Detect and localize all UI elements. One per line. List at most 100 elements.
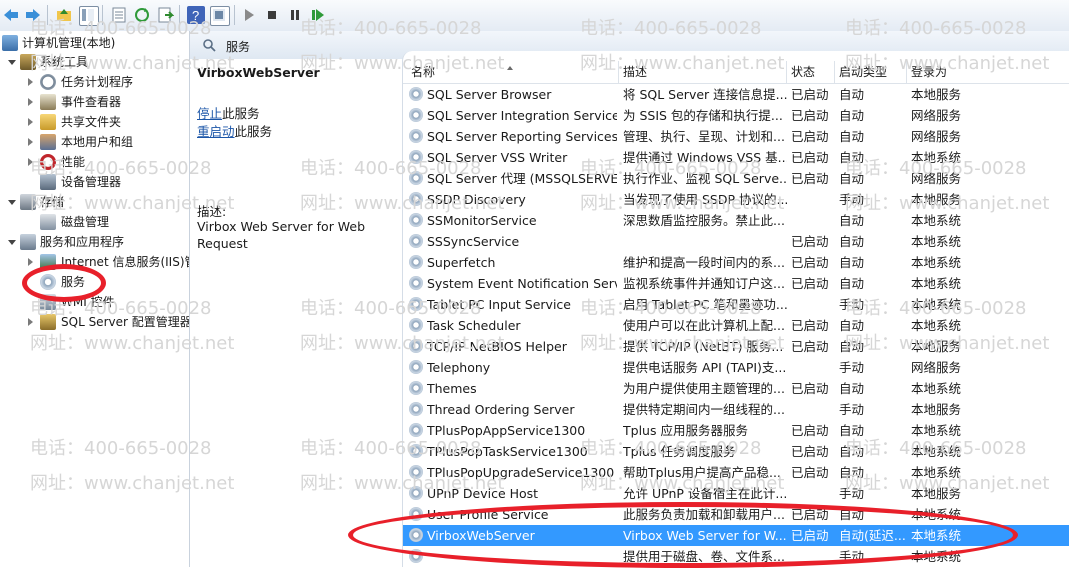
- service-name: Themes: [427, 381, 477, 396]
- service-logon: 本地系统: [911, 507, 962, 522]
- stop-icon[interactable]: [263, 6, 281, 24]
- collapse-arrow-icon[interactable]: [28, 258, 33, 266]
- action-pane-icon[interactable]: [210, 6, 230, 26]
- service-row[interactable]: TPlusPopAppService1300 Tplus 应用服务器服务 已启动 自动…: [403, 420, 1069, 441]
- tree-item-label: 设备管理器: [61, 175, 122, 189]
- help-icon[interactable]: ?: [187, 6, 205, 24]
- service-row[interactable]: SSSyncService 已启动 自动 本地系统: [403, 231, 1069, 252]
- service-status: 已启动: [791, 507, 829, 522]
- column-header-name[interactable]: 名称: [403, 61, 619, 83]
- play-icon[interactable]: [240, 6, 258, 24]
- service-description: Tplus 应用服务器服务: [623, 423, 748, 438]
- service-name: SQL Server Reporting Services ...: [427, 129, 617, 144]
- gear-icon: [409, 171, 423, 185]
- tree-item-label: 共享文件夹: [61, 115, 122, 129]
- service-name: SQL Server Browser: [427, 87, 552, 102]
- service-row[interactable]: VirboxWebServer Virbox Web Server for W..…: [403, 525, 1069, 546]
- gear-icon: [40, 274, 56, 290]
- service-row[interactable]: SQL Server Browser 将 SQL Server 连接信息提... 已…: [403, 84, 1069, 105]
- service-row[interactable]: 提供用于磁盘、卷、文件系... 手动 本地系统: [403, 546, 1069, 567]
- collapse-arrow-icon[interactable]: [28, 138, 33, 146]
- service-row[interactable]: Thread Ordering Server 提供特定期间内一组线程的... 手动 本…: [403, 399, 1069, 420]
- column-header-logon[interactable]: 登录为: [907, 61, 1069, 83]
- service-startup-type: 手动: [839, 549, 865, 564]
- restart-icon[interactable]: [309, 6, 327, 24]
- service-description: 提供特定期间内一组线程的...: [623, 402, 785, 417]
- service-status: [791, 546, 835, 567]
- export-list-icon[interactable]: [156, 6, 175, 24]
- collapse-arrow-icon[interactable]: [28, 78, 33, 86]
- properties-icon[interactable]: [110, 6, 128, 24]
- up-folder-icon[interactable]: [55, 6, 73, 24]
- collapse-arrow-icon[interactable]: [28, 118, 33, 126]
- service-startup-type: 自动: [839, 255, 865, 270]
- service-row[interactable]: SSMonitorService 深思数盾监控服务。禁止此... 自动 本地系统: [403, 210, 1069, 231]
- service-row[interactable]: SQL Server Reporting Services ... 管理、执行、呈…: [403, 126, 1069, 147]
- gear-icon: [409, 402, 423, 416]
- gear-icon: [409, 549, 423, 563]
- service-row[interactable]: Task Scheduler 使用户可以在此计算机上配... 已启动 自动 本地系统: [403, 315, 1069, 336]
- performance-icon: [40, 154, 56, 170]
- storage-icon: [20, 194, 36, 210]
- gear-icon: [409, 276, 423, 290]
- service-name: SQL Server VSS Writer: [427, 150, 568, 165]
- service-row[interactable]: Themes 为用户提供使用主题管理的... 已启动 自动 本地系统: [403, 378, 1069, 399]
- service-name: UPnP Device Host: [427, 486, 539, 501]
- service-row[interactable]: TPlusPopUpgradeService1300 帮助Tplus用户提高产品稳…: [403, 462, 1069, 483]
- service-row[interactable]: SQL Server 代理 (MSSQLSERVER) 执行作业、监视 SQL S…: [403, 168, 1069, 189]
- collapse-arrow-icon[interactable]: [28, 318, 33, 326]
- service-name: SSSyncService: [427, 234, 520, 249]
- services-list: 名称 描述 状态 启动类型 登录为 SQL Server Browser 将 SQ…: [402, 51, 1069, 567]
- service-logon: 本地服务: [911, 486, 962, 501]
- collapse-arrow-icon[interactable]: [28, 98, 33, 106]
- service-name: System Event Notification Service: [427, 276, 617, 291]
- tree-item-label: 磁盘管理: [61, 215, 110, 229]
- collapse-arrow-icon[interactable]: [28, 158, 33, 166]
- service-row[interactable]: UPnP Device Host 允许 UPnP 设备宿主在此计... 手动 本地服务: [403, 483, 1069, 504]
- service-description: 提供用于磁盘、卷、文件系...: [623, 549, 785, 564]
- service-status: 已启动: [791, 234, 829, 249]
- service-row[interactable]: Telephony 提供电话服务 API (TAPI)支... 手动 网络服务: [403, 357, 1069, 378]
- column-header-startup-type[interactable]: 启动类型: [835, 61, 907, 83]
- service-logon: 本地系统: [911, 549, 962, 564]
- service-name: Task Scheduler: [427, 318, 521, 333]
- expand-arrow-icon[interactable]: [8, 60, 16, 65]
- services-apps-icon: [20, 234, 36, 250]
- column-header-status[interactable]: 状态: [787, 61, 835, 83]
- tree-item-label: 存储: [40, 195, 65, 209]
- expand-arrow-icon[interactable]: [8, 200, 16, 205]
- service-status: 已启动: [791, 423, 829, 438]
- service-row[interactable]: System Event Notification Service 监视系统事件并…: [403, 273, 1069, 294]
- service-row[interactable]: Tablet PC Input Service 启用 Tablet PC 笔和墨迹…: [403, 294, 1069, 315]
- gear-icon: [409, 192, 423, 206]
- forward-arrow-icon[interactable]: [24, 6, 42, 24]
- pause-icon[interactable]: [286, 6, 304, 24]
- service-logon: 本地系统: [911, 423, 962, 438]
- console-tree-icon[interactable]: [79, 6, 99, 26]
- service-logon: 本地服务: [911, 339, 962, 354]
- expand-arrow-icon[interactable]: [8, 240, 16, 245]
- column-header-description[interactable]: 描述: [619, 61, 787, 83]
- service-row[interactable]: SQL Server Integration Services... 为 SSIS…: [403, 105, 1069, 126]
- service-startup-type: 手动: [839, 486, 865, 501]
- service-row[interactable]: User Profile Service 此服务负责加载和卸载用户... 已启动 自动…: [403, 504, 1069, 525]
- restart-service-link[interactable]: 重启动: [197, 124, 235, 139]
- service-row[interactable]: SSDP Discovery 当发现了使用 SSDP 协议的... 手动 本地服务: [403, 189, 1069, 210]
- service-startup-type: 自动: [839, 108, 865, 123]
- back-arrow-icon[interactable]: [2, 6, 20, 24]
- service-row[interactable]: TCP/IP NetBIOS Helper 提供 TCP/IP (NetBT) 服…: [403, 336, 1069, 357]
- service-row[interactable]: SQL Server VSS Writer 提供通过 Windows VSS 基.…: [403, 147, 1069, 168]
- stop-service-link[interactable]: 停止: [197, 106, 222, 121]
- service-startup-type: 自动: [839, 339, 865, 354]
- service-status: 已启动: [791, 528, 829, 543]
- gear-icon: [409, 486, 423, 500]
- service-startup-type: 手动: [839, 192, 865, 207]
- service-description: 启用 Tablet PC 笔和墨迹功...: [623, 297, 787, 312]
- service-logon: 网络服务: [911, 171, 962, 186]
- description-text: Virbox Web Server for Web Request: [197, 219, 366, 251]
- refresh-icon[interactable]: [133, 6, 151, 24]
- service-row[interactable]: Superfetch 维护和提高一段时间内的系... 已启动 自动 本地系统: [403, 252, 1069, 273]
- service-description: 执行作业、监视 SQL Serve...: [623, 171, 787, 186]
- service-row[interactable]: TPlusPopTaskService1300 Tplus 任务调度服务 已启动 自动…: [403, 441, 1069, 462]
- service-status: 已启动: [791, 339, 829, 354]
